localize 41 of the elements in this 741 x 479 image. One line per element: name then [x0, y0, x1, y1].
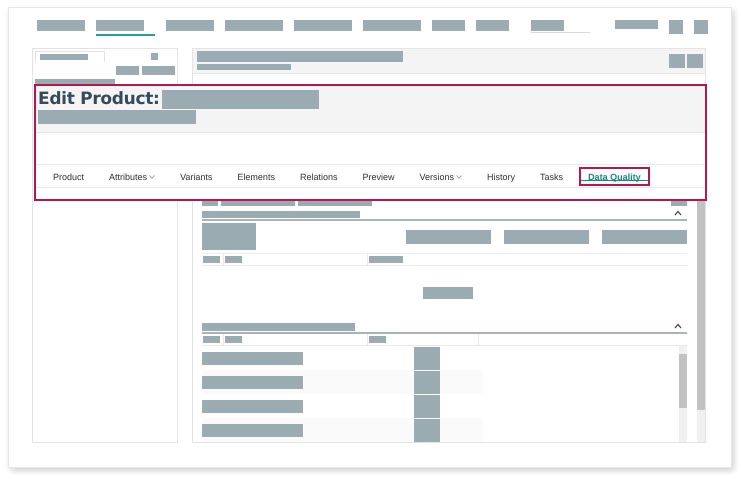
redacted-block	[414, 394, 440, 418]
redacted-block	[116, 66, 139, 75]
redacted-block	[369, 336, 386, 343]
redacted-block	[671, 200, 687, 206]
redacted-block	[166, 20, 214, 31]
redacted-block	[694, 20, 708, 34]
redacted-block	[142, 66, 175, 75]
scrollbar[interactable]	[697, 200, 705, 442]
scrollbar[interactable]	[679, 346, 687, 442]
redacted-block	[615, 20, 658, 29]
redacted-block	[669, 54, 685, 68]
redacted-block	[202, 200, 218, 206]
redacted-block	[422, 287, 472, 299]
redacted-block	[203, 336, 220, 343]
redacted-block	[37, 20, 85, 31]
redacted-block	[414, 418, 440, 442]
redacted-block	[414, 370, 440, 394]
redacted-block	[225, 20, 283, 31]
redacted-block	[414, 346, 440, 370]
active-nav-underline	[96, 34, 155, 36]
redacted-block	[40, 54, 88, 60]
search-field[interactable]	[531, 20, 590, 33]
collapse-icon[interactable]	[674, 210, 682, 216]
tab[interactable]: Data Quality	[579, 166, 650, 186]
redacted-block	[203, 256, 220, 263]
redacted-block	[96, 20, 144, 31]
redacted-block	[363, 20, 421, 31]
panel-tab[interactable]	[35, 51, 105, 62]
page-title: Edit Product:	[38, 89, 160, 109]
redacted-block	[531, 20, 564, 31]
redacted-block	[432, 20, 465, 31]
redacted-block	[687, 54, 703, 68]
redacted-block	[476, 20, 509, 31]
redacted-block	[225, 256, 242, 263]
redacted-block	[151, 53, 158, 60]
redacted-block	[202, 223, 256, 250]
redacted-block	[225, 336, 242, 343]
redacted-block	[369, 256, 403, 263]
redacted-block	[294, 20, 352, 31]
redacted-block	[669, 20, 683, 34]
collapse-icon[interactable]	[674, 323, 682, 329]
